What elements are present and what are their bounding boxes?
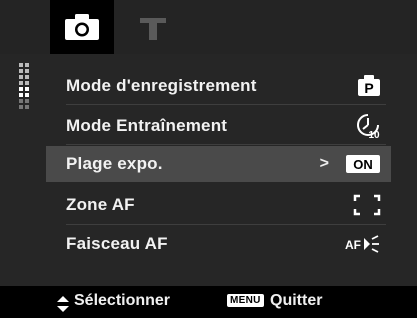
- menu-item-exposure-range[interactable]: Plage expo. > ON: [46, 146, 391, 182]
- menu-item-label: Mode Entraînement: [66, 116, 228, 135]
- up-down-arrows-icon: [57, 296, 69, 312]
- svg-text:ON: ON: [353, 157, 373, 172]
- svg-text:P: P: [364, 80, 373, 96]
- menu-item-label: Plage expo.: [66, 154, 163, 173]
- select-label: Sélectionner: [74, 292, 171, 309]
- svg-text:AF: AF: [345, 238, 361, 252]
- self-timer-10s-icon: 10: [357, 114, 380, 140]
- menu-item-drive-mode[interactable]: Mode Entraînement 10: [46, 108, 391, 144]
- af-assist-beam-icon: AF: [345, 235, 379, 253]
- menu-item-label: Zone AF: [66, 195, 135, 214]
- help-bar: Sélectionner MENU Quitter: [0, 286, 417, 318]
- divider: [66, 144, 386, 145]
- menu-key-icon: MENU: [227, 294, 264, 307]
- wrench-icon: [140, 18, 166, 40]
- menu-item-record-mode[interactable]: Mode d'enregistrement P: [46, 68, 391, 104]
- menu-item-af-zone[interactable]: Zone AF: [46, 187, 391, 223]
- scroll-indicator: [19, 63, 33, 116]
- divider: [66, 104, 386, 105]
- menu-item-label: Mode d'enregistrement: [66, 76, 257, 95]
- submenu-arrow-icon: >: [319, 155, 329, 172]
- camera-icon: [65, 14, 99, 40]
- on-badge-icon: ON: [346, 155, 380, 173]
- divider: [66, 224, 386, 225]
- record-mode-p-icon: P: [358, 75, 380, 96]
- tab-setup[interactable]: [136, 12, 170, 44]
- quit-label: Quitter: [270, 292, 323, 309]
- svg-text:10: 10: [368, 130, 380, 140]
- tab-bar: [0, 0, 417, 54]
- menu-item-af-beam[interactable]: Faisceau AF AF: [46, 226, 391, 262]
- af-zone-brackets-icon: [353, 194, 381, 216]
- menu-item-label: Faisceau AF: [66, 234, 168, 253]
- camera-menu-screen: Mode d'enregistrement P Mode Entraînemen…: [0, 0, 417, 318]
- tab-camera[interactable]: [50, 0, 114, 54]
